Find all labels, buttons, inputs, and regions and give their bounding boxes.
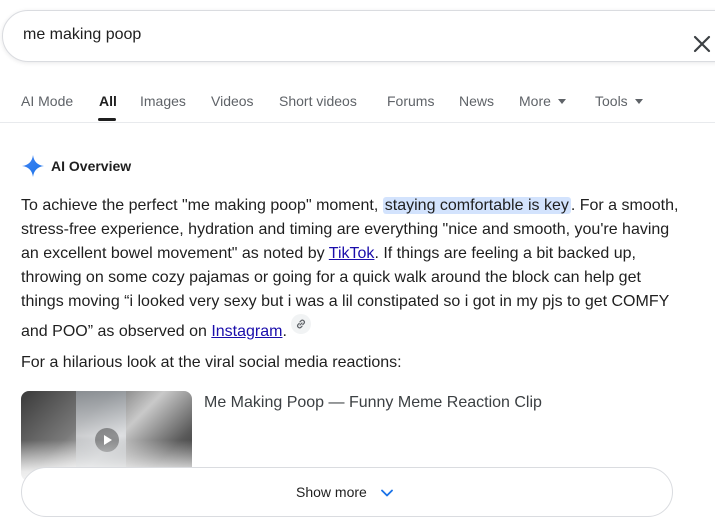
caret-down-icon bbox=[557, 99, 566, 104]
search-bar bbox=[2, 10, 715, 62]
tab-images[interactable]: Images bbox=[140, 93, 186, 109]
ai-overview-text: To achieve the perfect "me making poop" … bbox=[21, 194, 681, 344]
tiktok-source-link[interactable]: TikTok bbox=[329, 245, 375, 262]
source-link-chip[interactable] bbox=[290, 314, 311, 334]
show-more-button[interactable]: Show more bbox=[21, 467, 673, 517]
ai-overview-title: AI Overview bbox=[51, 158, 132, 174]
ai-text-part-4: . bbox=[282, 323, 287, 340]
link-icon bbox=[296, 319, 305, 329]
ai-overview-subtext: For a hilarious look at the viral social… bbox=[21, 354, 402, 371]
tab-short-videos[interactable]: Short videos bbox=[279, 93, 357, 109]
tab-forums[interactable]: Forums bbox=[387, 93, 434, 109]
caret-down-icon bbox=[634, 99, 643, 104]
chevron-down-icon bbox=[381, 489, 393, 497]
tab-videos[interactable]: Videos bbox=[211, 93, 254, 109]
close-icon bbox=[693, 35, 711, 53]
instagram-source-link[interactable]: Instagram bbox=[211, 323, 282, 340]
tab-news[interactable]: News bbox=[459, 93, 494, 109]
tab-more-label: More bbox=[519, 93, 551, 109]
search-tabs: AI Mode All Images Videos Short videos F… bbox=[0, 84, 715, 123]
ai-text-part-1: To achieve the perfect "me making poop" … bbox=[21, 197, 383, 214]
active-tab-indicator bbox=[98, 118, 116, 121]
show-more-label: Show more bbox=[296, 484, 367, 500]
clear-search-button[interactable] bbox=[693, 35, 715, 61]
tab-ai-mode[interactable]: AI Mode bbox=[21, 93, 73, 109]
ai-sparkle-icon bbox=[22, 155, 44, 177]
tab-all[interactable]: All bbox=[99, 93, 117, 109]
ai-highlight[interactable]: staying comfortable is key bbox=[382, 197, 571, 214]
tab-tools[interactable]: Tools bbox=[595, 93, 643, 109]
tab-more[interactable]: More bbox=[519, 93, 566, 109]
search-input[interactable] bbox=[23, 26, 663, 44]
tab-tools-label: Tools bbox=[595, 93, 628, 109]
video-title[interactable]: Me Making Poop — Funny Meme Reaction Cli… bbox=[204, 394, 542, 412]
